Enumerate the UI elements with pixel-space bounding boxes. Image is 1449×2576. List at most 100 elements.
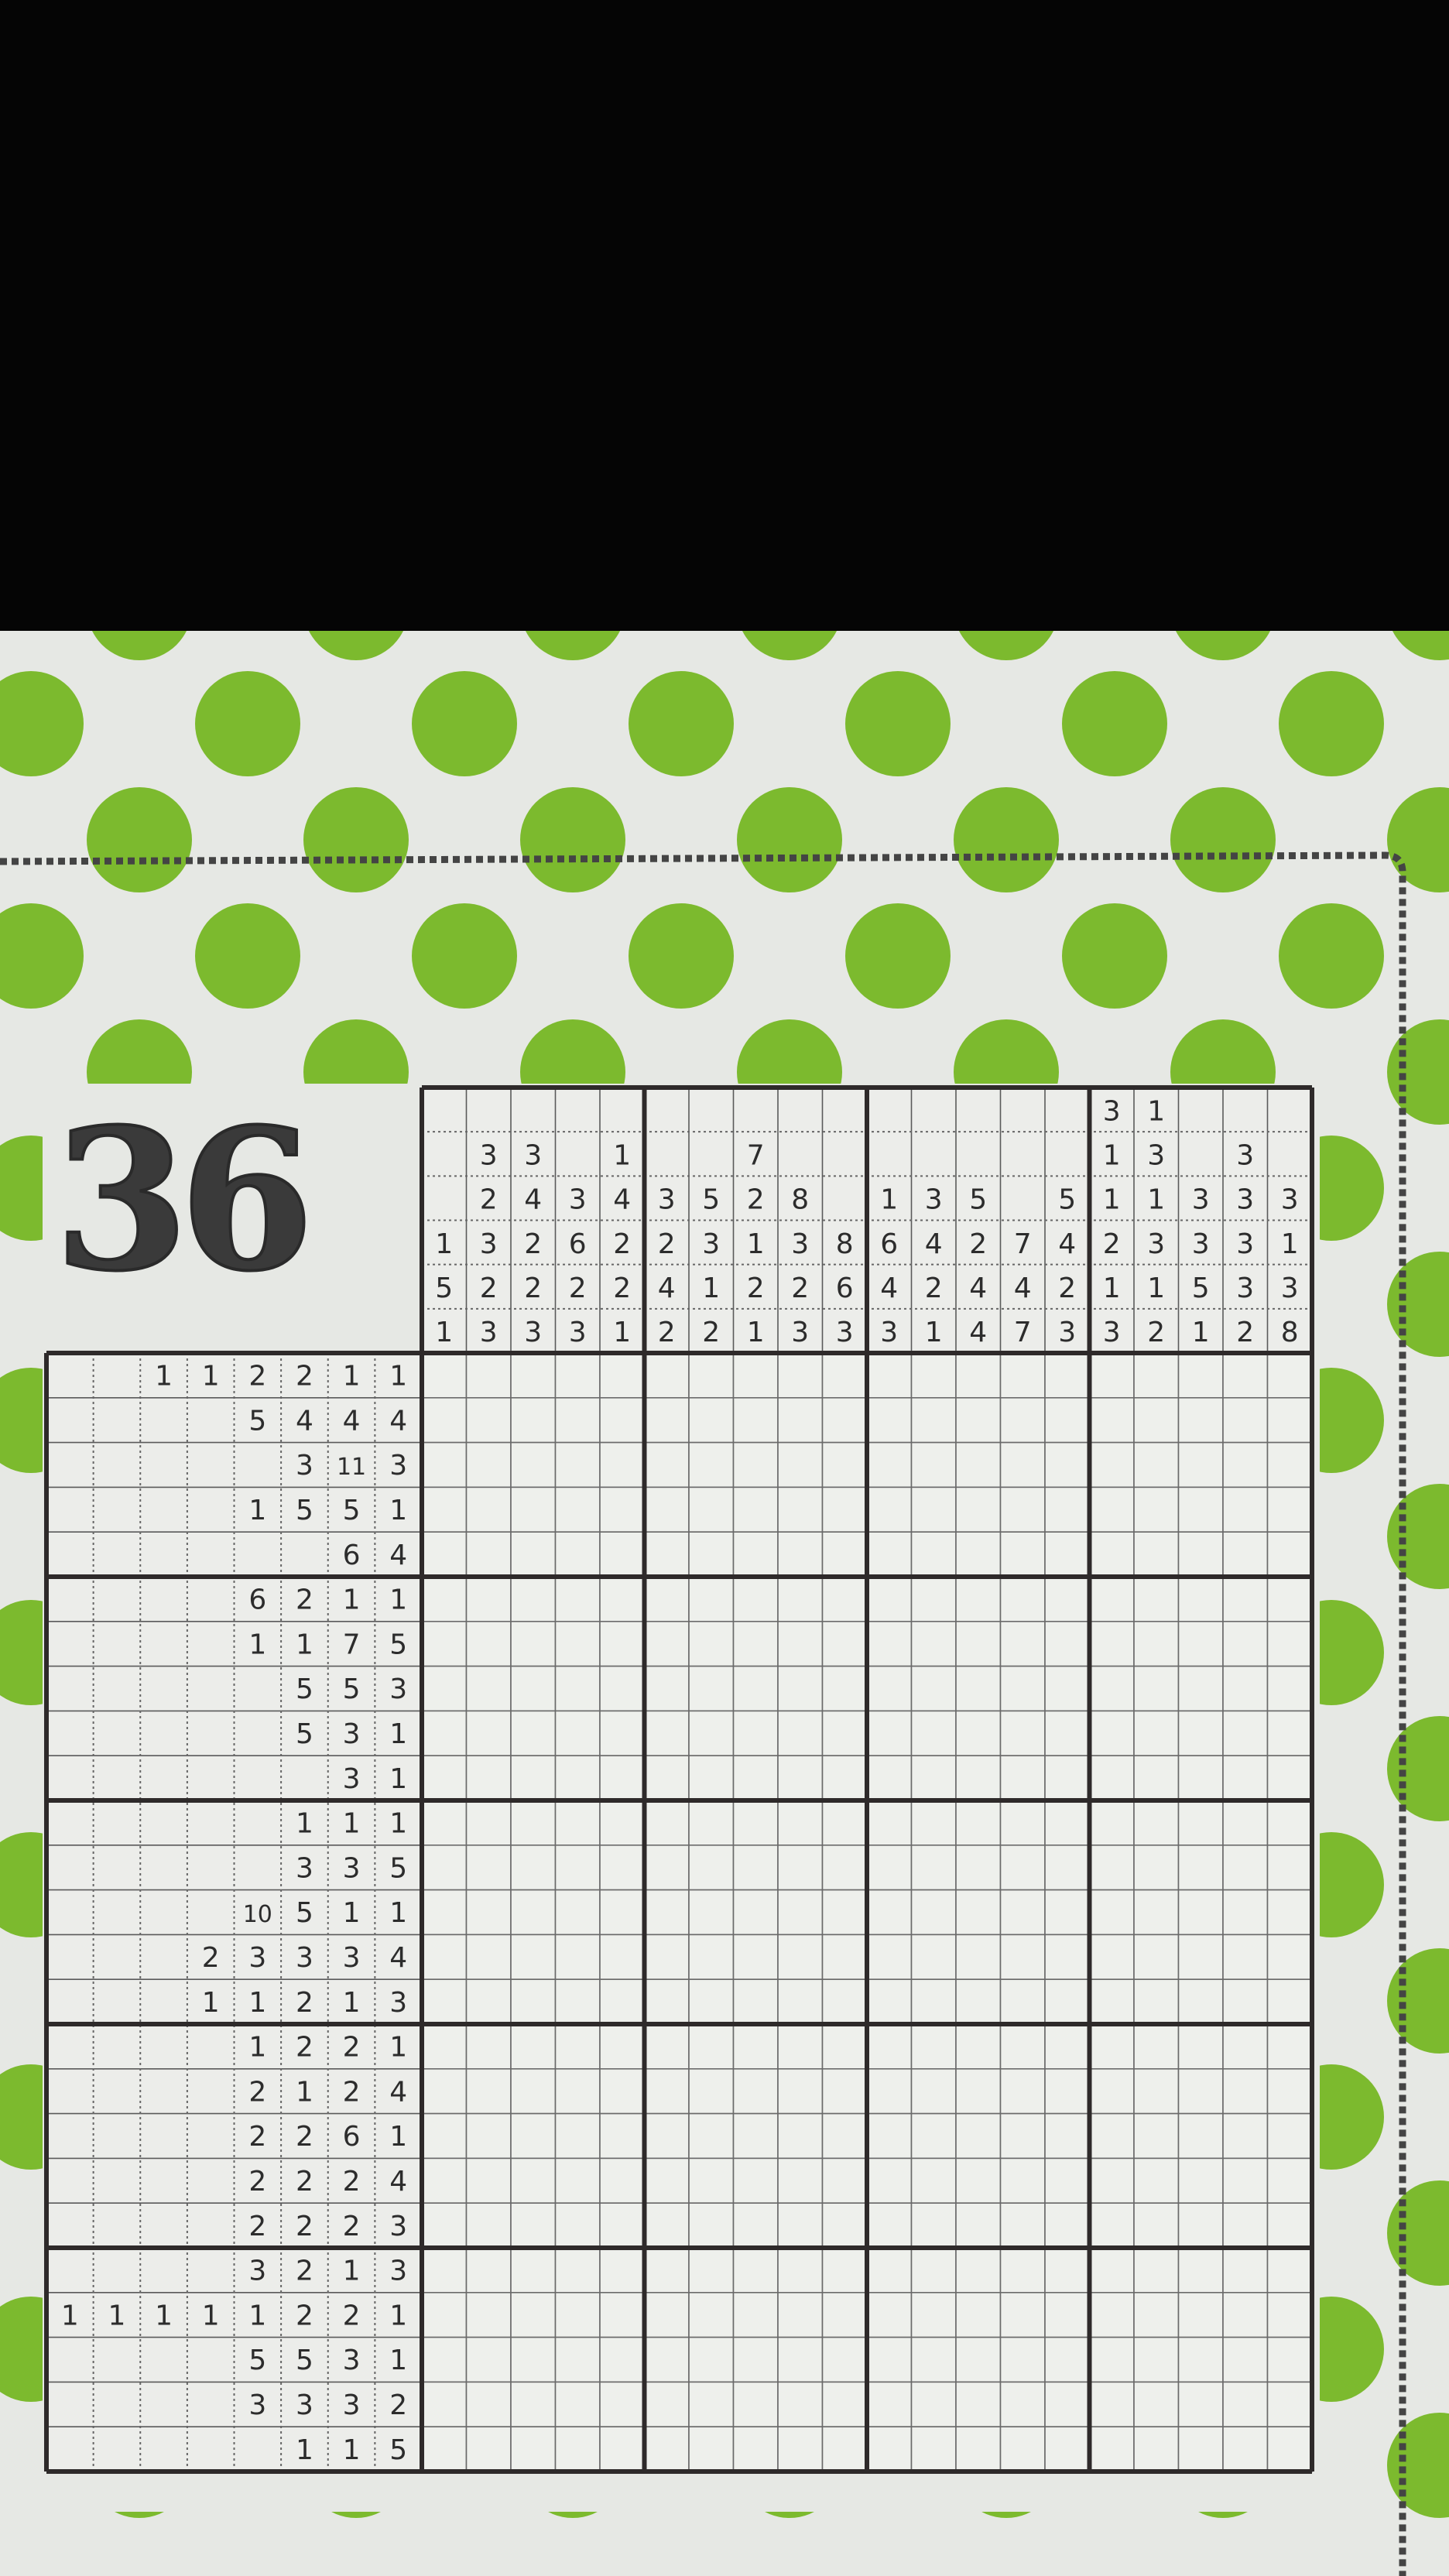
grid-cell[interactable] [1044,2247,1091,2293]
grid-cell[interactable] [465,1441,512,1488]
grid-cell[interactable] [554,2426,601,2472]
grid-cell[interactable] [688,1576,735,1622]
grid-cell[interactable] [1266,1710,1313,1756]
grid-cell[interactable] [599,2336,646,2383]
grid-cell[interactable] [1133,1934,1180,1980]
grid-cell[interactable] [421,1531,468,1577]
grid-cell[interactable] [866,1397,913,1444]
grid-cell[interactable] [999,2068,1046,2115]
grid-cell[interactable] [999,1978,1046,2025]
grid-cell[interactable] [1222,1934,1269,1980]
grid-cell[interactable] [1177,2202,1224,2249]
grid-cell[interactable] [510,1934,557,1980]
grid-cell[interactable] [554,2247,601,2293]
grid-cell[interactable] [910,1710,957,1756]
grid-cell[interactable] [910,1755,957,1801]
grid-cell[interactable] [510,1352,557,1399]
grid-cell[interactable] [1088,1800,1135,1846]
grid-cell[interactable] [1266,1397,1313,1444]
grid-cell[interactable] [1266,1352,1313,1399]
grid-cell[interactable] [1133,1665,1180,1712]
grid-cell[interactable] [599,1845,646,1891]
grid-cell[interactable] [1222,1978,1269,2025]
grid-cell[interactable] [821,1800,868,1846]
grid-cell[interactable] [821,2202,868,2249]
grid-cell[interactable] [910,2202,957,2249]
grid-cell[interactable] [1133,2157,1180,2204]
grid-cell[interactable] [955,1755,1002,1801]
grid-cell[interactable] [866,2068,913,2115]
grid-cell[interactable] [554,2157,601,2204]
grid-cell[interactable] [1133,1978,1180,2025]
grid-cell[interactable] [465,1800,512,1846]
grid-cell[interactable] [599,1934,646,1980]
grid-cell[interactable] [688,1621,735,1667]
grid-cell[interactable] [465,2426,512,2472]
grid-cell[interactable] [999,1486,1046,1533]
grid-cell[interactable] [1222,1531,1269,1577]
grid-cell[interactable] [732,1531,779,1577]
grid-cell[interactable] [1222,1397,1269,1444]
grid-cell[interactable] [1177,1845,1224,1891]
grid-cell[interactable] [732,2381,779,2427]
grid-cell[interactable] [1177,1665,1224,1712]
grid-cell[interactable] [599,2381,646,2427]
grid-cell[interactable] [421,1934,468,1980]
grid-cell[interactable] [465,1845,512,1891]
grid-cell[interactable] [821,1352,868,1399]
grid-cell[interactable] [1088,1934,1135,1980]
grid-cell[interactable] [510,1755,557,1801]
grid-cell[interactable] [821,1978,868,2025]
grid-cell[interactable] [910,2381,957,2427]
grid-cell[interactable] [1088,1531,1135,1577]
grid-cell[interactable] [465,1397,512,1444]
grid-cell[interactable] [1177,2068,1224,2115]
grid-cell[interactable] [554,1576,601,1622]
grid-cell[interactable] [1044,2426,1091,2472]
grid-cell[interactable] [1266,2202,1313,2249]
grid-cell[interactable] [777,1845,824,1891]
grid-cell[interactable] [599,2202,646,2249]
grid-cell[interactable] [955,1934,1002,1980]
grid-cell[interactable] [421,1397,468,1444]
grid-cell[interactable] [510,1665,557,1712]
grid-cell[interactable] [866,1531,913,1577]
grid-cell[interactable] [1133,1352,1180,1399]
grid-cell[interactable] [554,1665,601,1712]
grid-cell[interactable] [1266,1665,1313,1712]
grid-cell[interactable] [910,1621,957,1667]
grid-cell[interactable] [554,1486,601,1533]
grid-cell[interactable] [1266,1755,1313,1801]
grid-cell[interactable] [1088,1486,1135,1533]
grid-cell[interactable] [688,1486,735,1533]
grid-cell[interactable] [554,2202,601,2249]
grid-cell[interactable] [1133,1755,1180,1801]
grid-cell[interactable] [1088,1710,1135,1756]
grid-cell[interactable] [510,1486,557,1533]
grid-cell[interactable] [421,1710,468,1756]
grid-cell[interactable] [777,2292,824,2338]
grid-cell[interactable] [510,1889,557,1936]
grid-cell[interactable] [1088,1352,1135,1399]
grid-cell[interactable] [777,1665,824,1712]
grid-cell[interactable] [732,1934,779,1980]
grid-cell[interactable] [643,1934,690,1980]
grid-cell[interactable] [554,1800,601,1846]
grid-cell[interactable] [688,2247,735,2293]
grid-cell[interactable] [599,2023,646,2070]
grid-cell[interactable] [1177,1978,1224,2025]
grid-cell[interactable] [955,2157,1002,2204]
grid-cell[interactable] [643,1978,690,2025]
grid-cell[interactable] [510,1531,557,1577]
grid-cell[interactable] [910,1576,957,1622]
grid-cell[interactable] [1088,2068,1135,2115]
grid-cell[interactable] [1177,1486,1224,1533]
grid-cell[interactable] [465,1978,512,2025]
grid-cell[interactable] [421,1441,468,1488]
grid-cell[interactable] [643,2426,690,2472]
grid-cell[interactable] [1044,2292,1091,2338]
grid-cell[interactable] [643,2381,690,2427]
grid-cell[interactable] [821,1397,868,1444]
grid-cell[interactable] [999,2247,1046,2293]
grid-cell[interactable] [732,2426,779,2472]
